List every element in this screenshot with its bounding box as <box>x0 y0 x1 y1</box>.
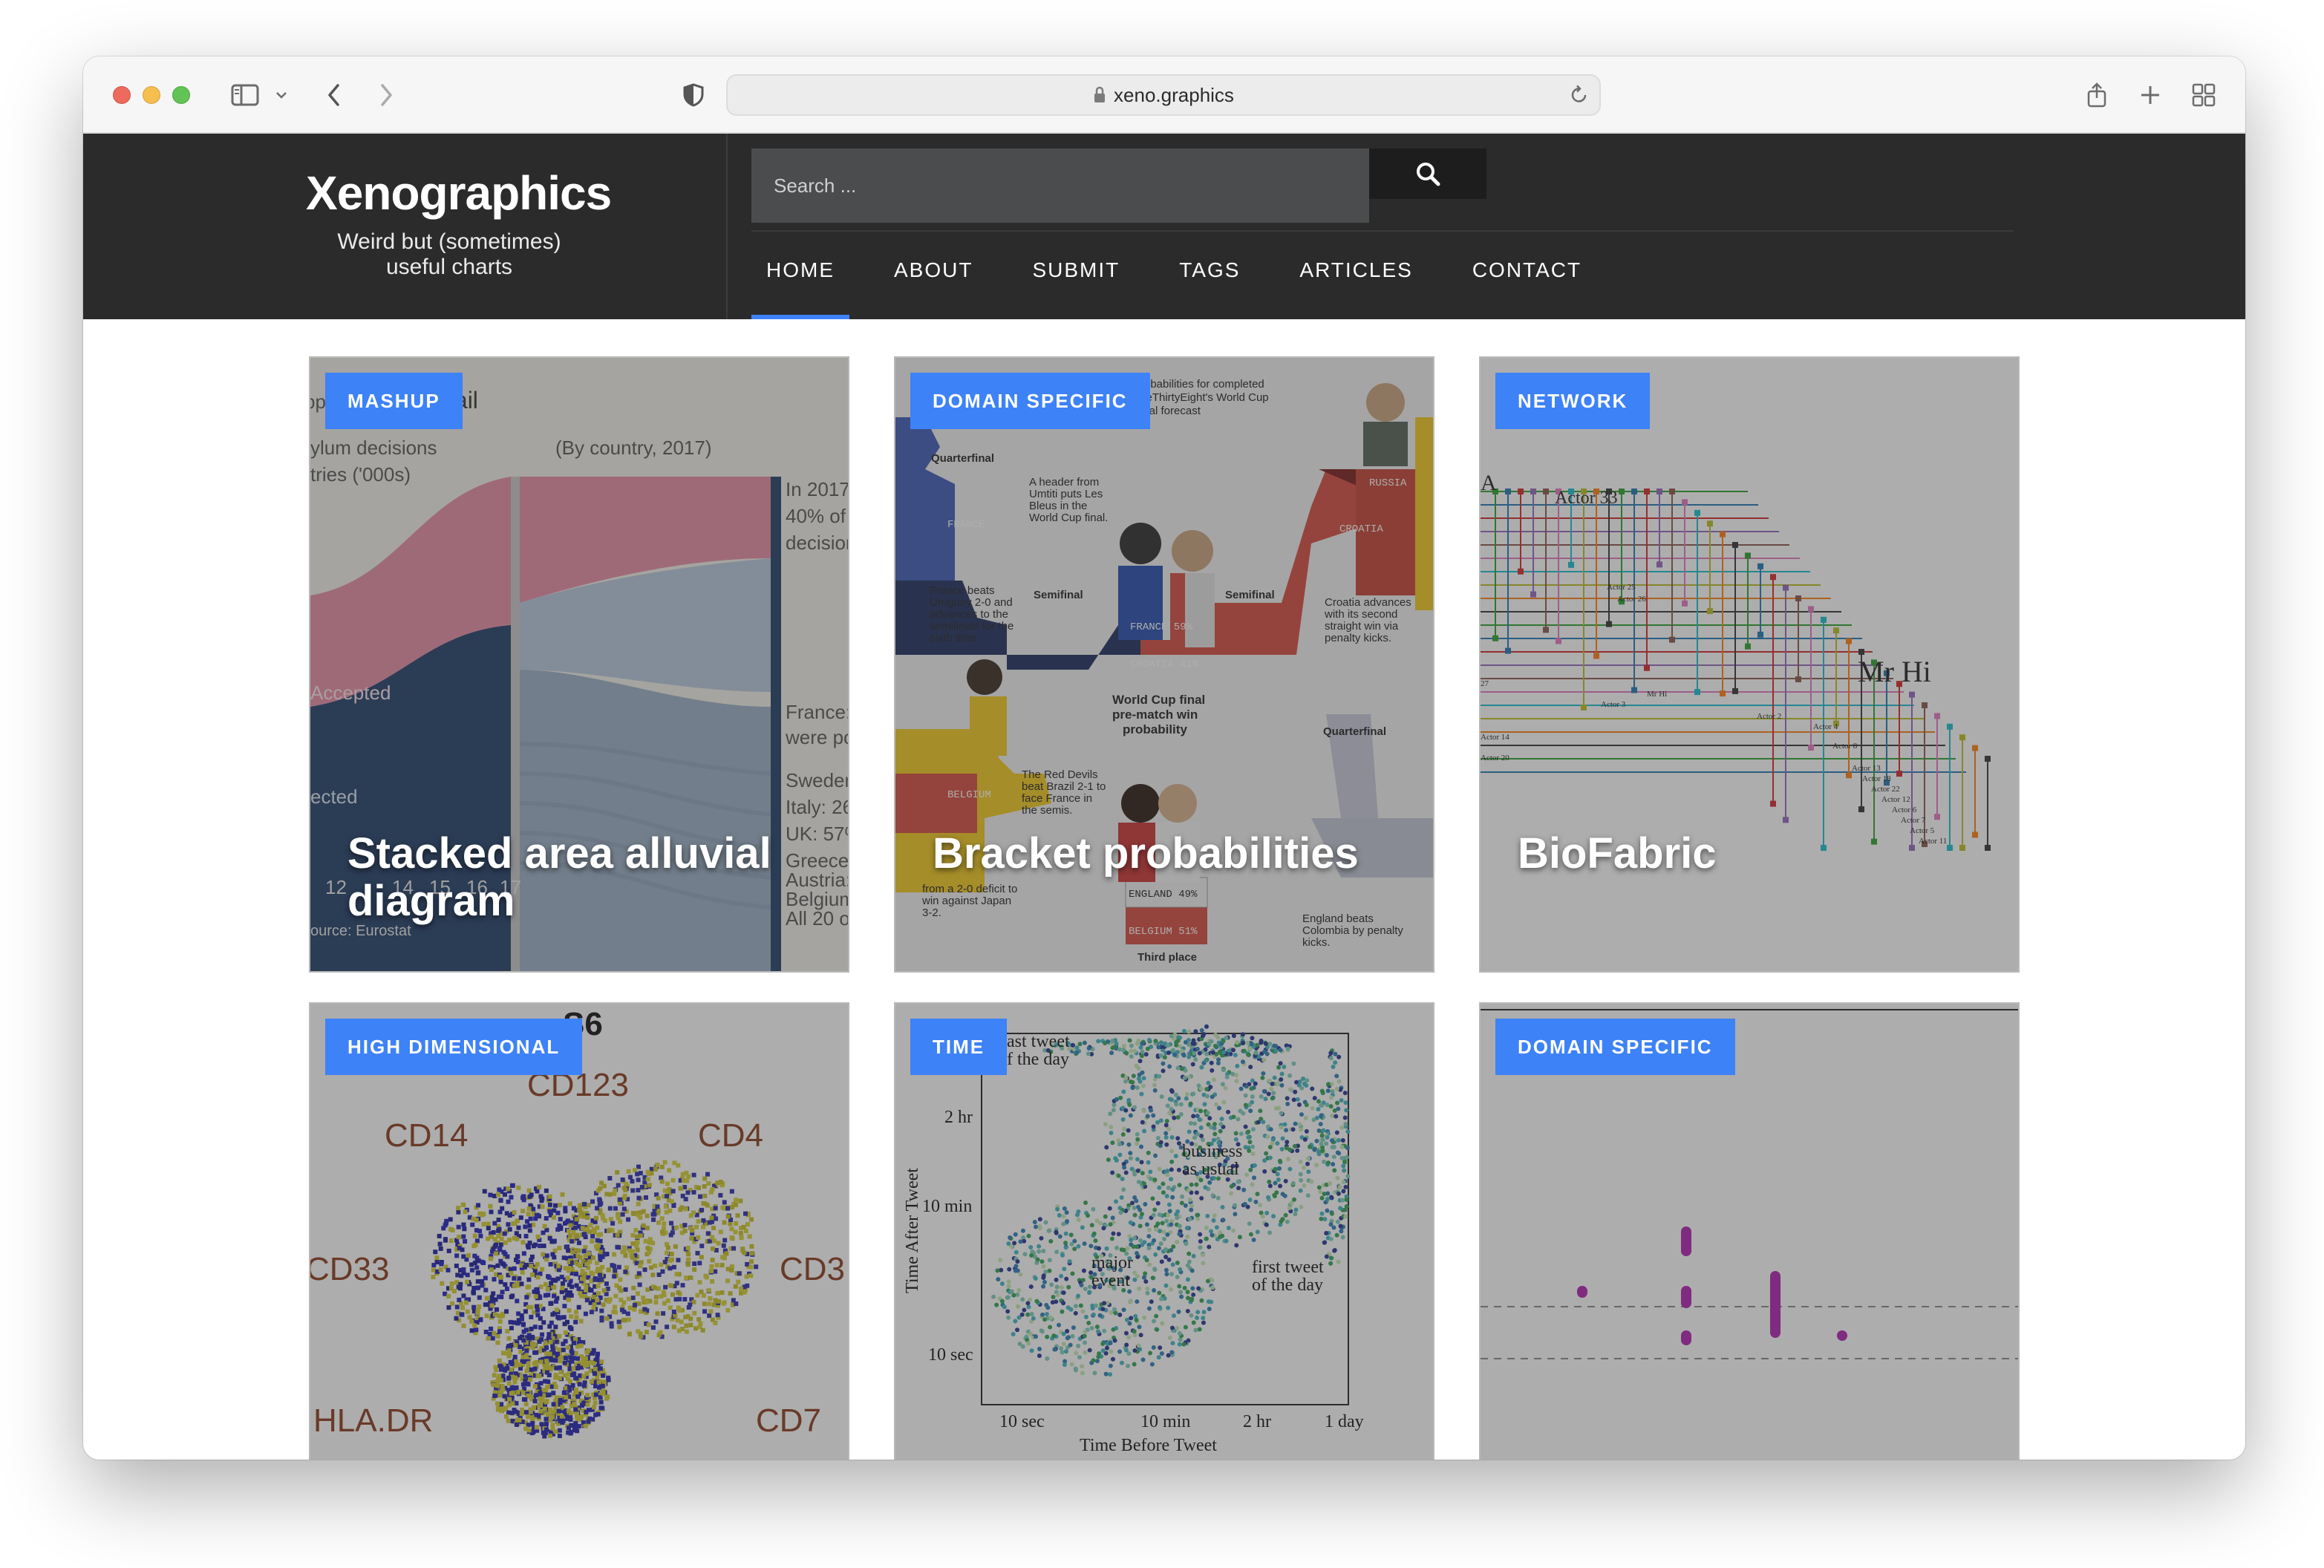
post-card[interactable]: ast tweet f the day 2 hr 10 min 10 sec T… <box>894 1002 1434 1460</box>
site-header: Xenographics Weird but (sometimes) usefu… <box>83 134 2245 319</box>
reload-icon[interactable] <box>1570 85 1589 109</box>
nav-about[interactable]: ABOUT <box>879 244 988 319</box>
header-divider <box>726 134 728 319</box>
browser-toolbar: xeno.graphics <box>83 56 2245 134</box>
main-navigation: HOME ABOUT SUBMIT TAGS ARTICLES CONTACT <box>751 244 1626 319</box>
shield-privacy-icon[interactable] <box>677 76 710 114</box>
url-text: xeno.graphics <box>1114 83 1234 106</box>
nav-home[interactable]: HOME <box>751 244 849 319</box>
category-badge[interactable]: DOMAIN SPECIFIC <box>1495 1019 1735 1075</box>
card-title[interactable]: BioFabric <box>1518 830 1988 878</box>
back-arrow-icon[interactable] <box>319 76 349 114</box>
site-title[interactable]: Xenographics <box>306 165 612 222</box>
post-card[interactable]: DOMAIN SPECIFIC <box>1479 1002 2020 1460</box>
thumbnail-overlay <box>895 358 1433 971</box>
site-branding: Xenographics Weird but (sometimes) usefu… <box>306 165 612 280</box>
tab-overview-icon[interactable] <box>2187 76 2220 114</box>
lock-icon <box>1094 86 1106 102</box>
post-card[interactable]: robabilities for completed veThirtyEight… <box>894 356 1434 973</box>
site-tagline: Weird but (sometimes) useful charts <box>337 229 561 279</box>
search-button[interactable] <box>1369 148 1486 199</box>
post-card[interactable]: pp fail ylum decisions tries ('000s) (By… <box>309 356 849 973</box>
nav-tags[interactable]: TAGS <box>1164 244 1255 319</box>
chevron-down-icon[interactable] <box>270 76 293 114</box>
address-bar[interactable]: xeno.graphics <box>726 74 1601 116</box>
category-badge[interactable]: HIGH DIMENSIONAL <box>325 1019 583 1075</box>
nav-contact[interactable]: CONTACT <box>1458 244 1596 319</box>
forward-arrow-icon[interactable] <box>371 76 401 114</box>
post-card[interactable]: A Actor 33 Actor 25 Actor 26 Mr Hi 27 Mr… <box>1479 356 2020 973</box>
category-badge[interactable]: MASHUP <box>325 373 463 429</box>
header-rule <box>751 230 2014 232</box>
search-placeholder: Search ... <box>774 174 857 197</box>
new-tab-plus-icon[interactable] <box>2134 76 2167 114</box>
search-icon <box>1417 163 1440 186</box>
card-title[interactable]: Bracket probabilities <box>933 830 1403 878</box>
desktop-background: xeno.graphics Xenographics Weird but (so… <box>0 0 2324 1568</box>
share-icon[interactable] <box>2080 76 2113 114</box>
zoom-window-button[interactable] <box>172 86 190 104</box>
nav-submit[interactable]: SUBMIT <box>1017 244 1135 319</box>
nav-articles[interactable]: ARTICLES <box>1285 244 1427 319</box>
thumbnail-overlay <box>1481 358 2018 971</box>
web-page: Xenographics Weird but (sometimes) usefu… <box>83 134 2245 1460</box>
minimize-window-button[interactable] <box>143 86 160 104</box>
browser-window: xeno.graphics Xenographics Weird but (so… <box>83 56 2245 1460</box>
close-window-button[interactable] <box>113 86 131 104</box>
category-badge[interactable]: NETWORK <box>1495 373 1651 429</box>
sidebar-toggle-icon[interactable] <box>224 76 266 114</box>
card-title[interactable]: Stacked area alluvial diagram <box>347 830 818 925</box>
category-badge[interactable]: DOMAIN SPECIFIC <box>910 373 1150 429</box>
search-input[interactable]: Search ... <box>751 148 1369 223</box>
category-badge[interactable]: TIME <box>910 1019 1008 1075</box>
post-card[interactable]: S6 CD123 CD14 CD4 CD33 CD3 HLA.DR CD7 HI… <box>309 1002 849 1460</box>
